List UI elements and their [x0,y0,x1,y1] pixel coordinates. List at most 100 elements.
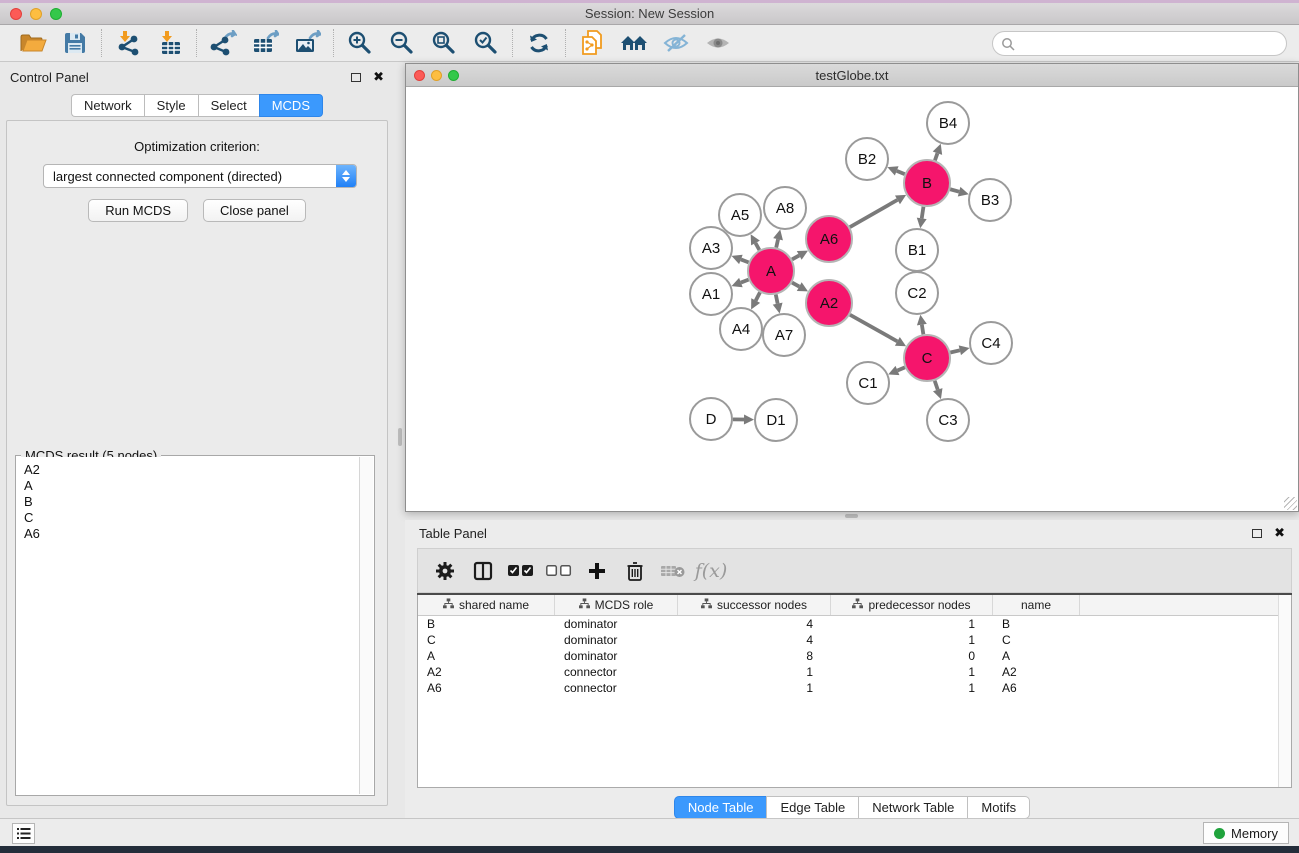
refresh-icon[interactable] [518,27,560,59]
graph-edge[interactable] [950,189,959,191]
table-cell[interactable]: C [993,632,1080,648]
graph-edge[interactable] [897,367,904,370]
delete-icon[interactable] [618,554,652,588]
table-cell[interactable]: 1 [678,664,831,680]
graph-edge[interactable] [792,255,799,259]
split-view-icon[interactable] [466,554,500,588]
show-all-icon[interactable] [697,27,739,59]
export-image-icon[interactable] [286,27,328,59]
result-scrollbar[interactable] [359,457,373,794]
search-input[interactable] [1020,36,1286,51]
graph-edge[interactable] [950,350,959,352]
table-cell[interactable]: 0 [831,648,993,664]
result-list-item[interactable]: A6 [24,526,359,542]
table-cell[interactable]: A2 [993,664,1080,680]
result-list-item[interactable]: B [24,494,359,510]
table-row[interactable]: Cdominator41C [418,632,1291,648]
export-network-icon[interactable] [202,27,244,59]
criterion-dropdown[interactable]: largest connected component (directed) [43,164,357,188]
function-builder-icon[interactable]: f(x) [694,554,728,588]
delete-table-icon[interactable] [656,554,690,588]
import-network-icon[interactable] [107,27,149,59]
home-layout-icon[interactable] [613,27,655,59]
graph-edge[interactable] [756,292,760,300]
graph-edge[interactable] [922,207,924,219]
result-list-item[interactable]: A2 [24,462,359,478]
float-table-panel-icon[interactable] [1252,529,1262,538]
gear-icon[interactable] [428,554,462,588]
tab-style[interactable]: Style [144,94,198,117]
table-cell[interactable]: dominator [555,632,678,648]
column-header-successor-nodes[interactable]: successor nodes [678,595,831,615]
tab-network[interactable]: Network [71,94,144,117]
table-cell[interactable]: A [418,648,555,664]
graph-edge[interactable] [792,283,799,287]
table-row[interactable]: Adominator80A [418,648,1291,664]
hide-selected-icon[interactable] [655,27,697,59]
close-panel-icon[interactable]: ✖ [373,69,384,85]
vertical-splitter-handle[interactable] [398,428,402,446]
deselect-all-icon[interactable] [542,554,576,588]
table-row[interactable]: A6connector11A6 [418,680,1291,696]
table-cell[interactable]: dominator [555,616,678,632]
graph-edge[interactable] [897,171,905,174]
graph-edge[interactable] [776,295,778,304]
task-history-button[interactable] [12,823,35,844]
table-cell[interactable]: A6 [993,680,1080,696]
add-icon[interactable] [580,554,614,588]
search-field[interactable] [992,31,1287,56]
table-row[interactable]: A2connector11A2 [418,664,1291,680]
graph-edge[interactable] [741,259,749,262]
zoom-out-icon[interactable] [381,27,423,59]
table-cell[interactable]: 1 [831,680,993,696]
column-header-shared-name[interactable]: shared name [418,595,555,615]
window-resize-grip[interactable] [1284,497,1297,510]
graph-edge[interactable] [741,280,749,283]
close-table-panel-icon[interactable]: ✖ [1274,525,1285,541]
select-all-icon[interactable] [504,554,538,588]
run-mcds-button[interactable]: Run MCDS [88,199,188,222]
tab-edge-table[interactable]: Edge Table [766,796,858,819]
zoom-fit-icon[interactable] [423,27,465,59]
table-cell[interactable]: A [993,648,1080,664]
duplicate-network-icon[interactable] [571,27,613,59]
tab-select[interactable]: Select [198,94,259,117]
column-header-predecessor-nodes[interactable]: predecessor nodes [831,595,993,615]
table-cell[interactable]: B [418,616,555,632]
tab-mcds[interactable]: MCDS [259,94,323,117]
network-graph[interactable]: AA1A2A3A4A5A6A7A8BB1B2B3B4CC1C2C3C4DD1 [406,88,1298,511]
graph-edge[interactable] [922,325,923,335]
table-cell[interactable]: A2 [418,664,555,680]
table-cell[interactable]: C [418,632,555,648]
table-cell[interactable]: 1 [678,680,831,696]
memory-button[interactable]: Memory [1203,822,1289,844]
save-session-icon[interactable] [54,27,96,59]
table-cell[interactable]: A6 [418,680,555,696]
table-cell[interactable]: 1 [831,664,993,680]
table-row[interactable]: Bdominator41B [418,616,1291,632]
network-window-titlebar[interactable]: testGlobe.txt [406,64,1298,87]
table-cell[interactable]: 4 [678,632,831,648]
tab-motifs[interactable]: Motifs [967,796,1030,819]
open-file-icon[interactable] [12,27,54,59]
table-cell[interactable]: B [993,616,1080,632]
graph-edge[interactable] [935,381,938,390]
graph-edge[interactable] [755,243,759,250]
table-cell[interactable]: 1 [831,632,993,648]
graph-edge[interactable] [935,153,938,160]
tab-network-table[interactable]: Network Table [858,796,967,819]
zoom-selected-icon[interactable] [465,27,507,59]
column-header-name[interactable]: name [993,595,1080,615]
graph-edge[interactable] [776,239,778,247]
import-table-icon[interactable] [149,27,191,59]
table-cell[interactable]: dominator [555,648,678,664]
result-list-item[interactable]: C [24,510,359,526]
zoom-in-icon[interactable] [339,27,381,59]
horizontal-splitter-handle[interactable] [845,514,858,518]
network-canvas[interactable]: AA1A2A3A4A5A6A7A8BB1B2B3B4CC1C2C3C4DD1 [406,88,1298,511]
export-table-icon[interactable] [244,27,286,59]
column-header-MCDS-role[interactable]: MCDS role [555,595,678,615]
float-panel-icon[interactable] [351,73,361,82]
table-cell[interactable]: 4 [678,616,831,632]
table-cell[interactable]: connector [555,664,678,680]
